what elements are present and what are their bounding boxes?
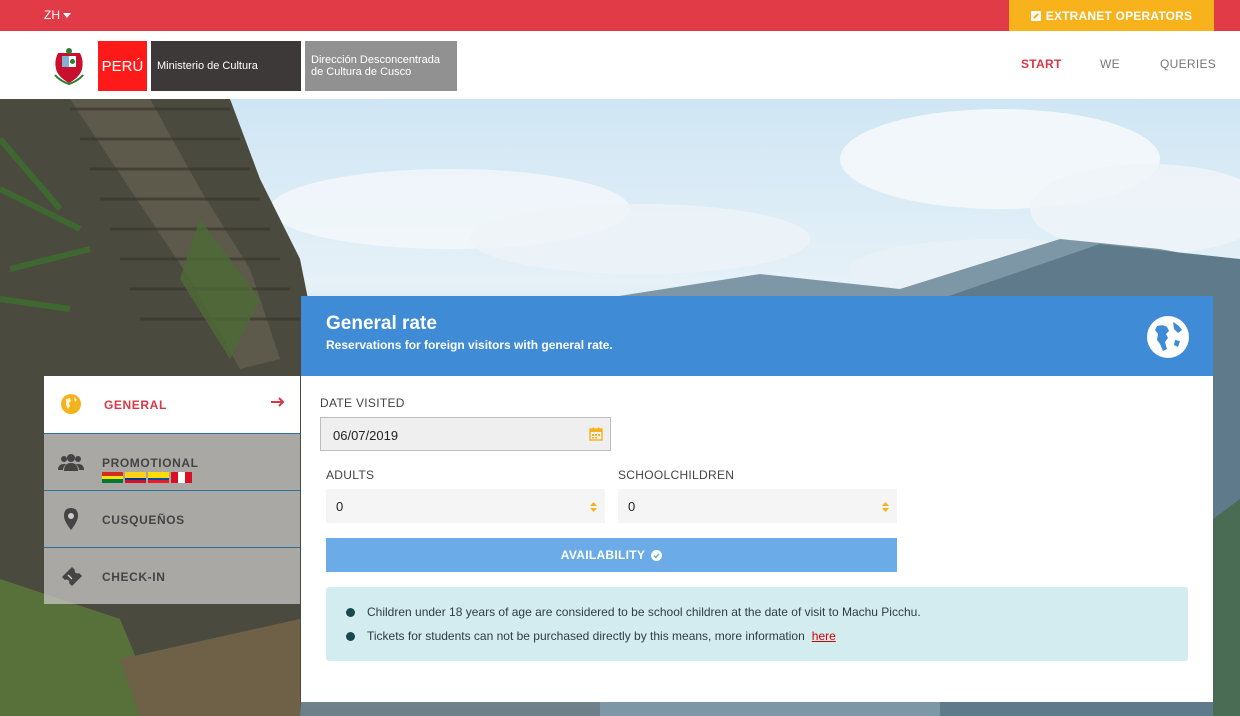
schoolchildren-value: 0 — [628, 499, 636, 514]
info-item: Tickets for students can not be purchase… — [346, 629, 836, 643]
bullet-icon — [346, 607, 355, 617]
check-circle-icon — [651, 549, 663, 561]
tab-promotional[interactable]: PROMOTIONAL — [44, 433, 300, 490]
panel-header: General rate Reservations for foreign vi… — [301, 296, 1213, 376]
site-header: PERÚ Ministerio de Cultura Dirección Des… — [0, 31, 1240, 99]
tab-cusquenos[interactable]: CUSQUEÑOS — [44, 490, 300, 547]
reservation-form: DATE VISITED 06/07/2019 ADULTS 0 SCHOOLC… — [301, 376, 1213, 702]
adults-select[interactable]: 0 — [326, 489, 605, 523]
date-visited-value: 06/07/2019 — [333, 428, 399, 443]
panel-subtitle: Reservations for foreign visitors with g… — [326, 338, 613, 352]
info-box: Children under 18 years of age are consi… — [326, 587, 1188, 661]
caret-down-icon — [63, 13, 71, 18]
nav-start[interactable]: START — [1021, 57, 1062, 71]
panel-title: General rate — [326, 313, 437, 334]
arrow-right-icon — [271, 397, 285, 407]
more-info-link[interactable]: here — [812, 629, 836, 643]
globe-icon — [61, 394, 81, 414]
extranet-operators-button[interactable]: EXTRANET OPERATORS — [1009, 0, 1214, 31]
tab-promotional-label: PROMOTIONAL — [102, 456, 199, 470]
spinner-arrows-icon — [882, 502, 889, 512]
calendar-icon[interactable] — [589, 427, 603, 441]
date-visited-input[interactable]: 06/07/2019 — [320, 417, 611, 451]
colombia-flag-icon — [125, 472, 146, 483]
ministerio-label: Ministerio de Cultura — [157, 60, 258, 72]
tab-check-in[interactable]: CHECK-IN — [44, 547, 300, 604]
language-selector[interactable]: ZH — [44, 8, 71, 22]
peru-logo[interactable]: PERÚ — [98, 41, 147, 91]
schoolchildren-select[interactable]: 0 — [618, 489, 897, 523]
direccion-logo[interactable]: Dirección Desconcentrada de Cultura de C… — [305, 41, 457, 91]
direccion-line-1: Dirección Desconcentrada — [311, 54, 441, 66]
tab-general[interactable]: GENERAL — [44, 376, 300, 433]
peru-label: PERÚ — [101, 57, 144, 75]
bolivia-flag-icon — [102, 472, 123, 484]
language-label: ZH — [44, 8, 60, 22]
tab-check-in-label: CHECK-IN — [102, 570, 166, 584]
extranet-label: EXTRANET OPERATORS — [1045, 8, 1193, 23]
tab-cusquenos-label: CUSQUEÑOS — [102, 513, 185, 527]
ministerio-logo[interactable]: Ministerio de Cultura — [151, 41, 301, 91]
adults-label: ADULTS — [326, 468, 375, 482]
top-bar: ZH EXTRANET OPERATORS — [0, 0, 1240, 31]
availability-label: AVAILABILITY — [560, 548, 646, 562]
availability-button[interactable]: AVAILABILITY — [326, 538, 897, 572]
schoolchildren-label: SCHOOLCHILDREN — [618, 468, 735, 482]
nav-queries[interactable]: QUERIES — [1160, 57, 1216, 71]
external-link-icon — [1030, 10, 1041, 21]
info-line-1: Children under 18 years of age are consi… — [367, 605, 921, 619]
date-visited-label: DATE VISITED — [320, 396, 405, 410]
info-line-2: Tickets for students can not be purchase… — [367, 629, 805, 643]
ticket-icon — [62, 567, 82, 586]
nav-we[interactable]: WE — [1100, 57, 1120, 71]
coat-of-arms-icon — [54, 48, 84, 85]
ecuador-flag-icon — [148, 472, 169, 483]
bullet-icon — [346, 631, 355, 641]
adults-value: 0 — [336, 499, 344, 514]
peru-flag-icon — [171, 472, 192, 483]
tab-general-label: GENERAL — [104, 398, 167, 412]
globe-americas-icon — [1147, 316, 1189, 358]
spinner-arrows-icon — [590, 502, 597, 512]
users-icon — [58, 454, 84, 471]
direccion-line-2: de Cultura de Cusco — [311, 66, 412, 78]
country-flags — [102, 472, 192, 484]
info-item: Children under 18 years of age are consi… — [346, 605, 921, 619]
map-pin-icon — [64, 508, 78, 530]
